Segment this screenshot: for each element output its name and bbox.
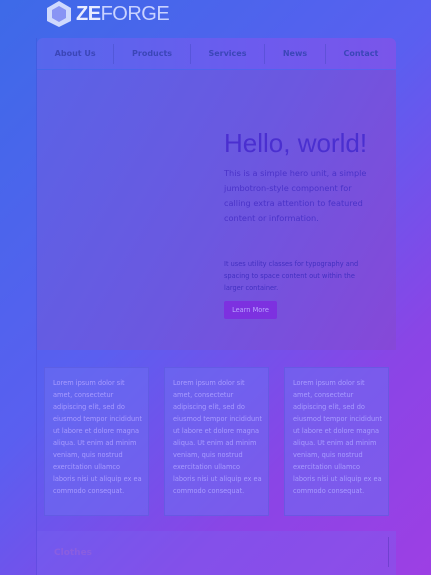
feature-card: Lorem ipsum dolor sit amet, consectetur … (284, 367, 389, 516)
footer-divider (388, 537, 389, 567)
nav-item-contact[interactable]: Contact (326, 44, 396, 64)
brand-logo[interactable]: ZEFORGE (46, 0, 170, 28)
brand-name: ZEFORGE (76, 3, 170, 25)
feature-card: Lorem ipsum dolor sit amet, consectetur … (44, 367, 149, 516)
nav-item-news[interactable]: News (265, 43, 326, 64)
hero-lead-text: This is a simple hero unit, a simple jum… (224, 168, 367, 223)
hero-body-text: It uses utility classes for typography a… (224, 260, 359, 292)
nav-item-services[interactable]: Services (191, 43, 266, 64)
hexagon-logo-icon (47, 1, 71, 27)
card-text: Lorem ipsum dolor sit amet, consectetur … (173, 379, 262, 495)
feature-card: Lorem ipsum dolor sit amet, consectetur … (164, 367, 269, 516)
main-nav: About Us Products Services News Contact (37, 38, 396, 69)
card-text: Lorem ipsum dolor sit amet, consectetur … (293, 379, 382, 495)
nav-item-about-us[interactable]: About Us (37, 43, 115, 64)
footer-category-label[interactable]: Clothes (54, 548, 92, 558)
card-text: Lorem ipsum dolor sit amet, consectetur … (53, 379, 142, 495)
nav-item-products[interactable]: Products (114, 43, 191, 64)
hero-heading: Hello, world! (224, 128, 368, 158)
learn-more-button[interactable]: Learn More (224, 301, 277, 319)
brand-suffix: FORGE (100, 3, 170, 25)
brand-prefix: ZE (76, 3, 101, 25)
